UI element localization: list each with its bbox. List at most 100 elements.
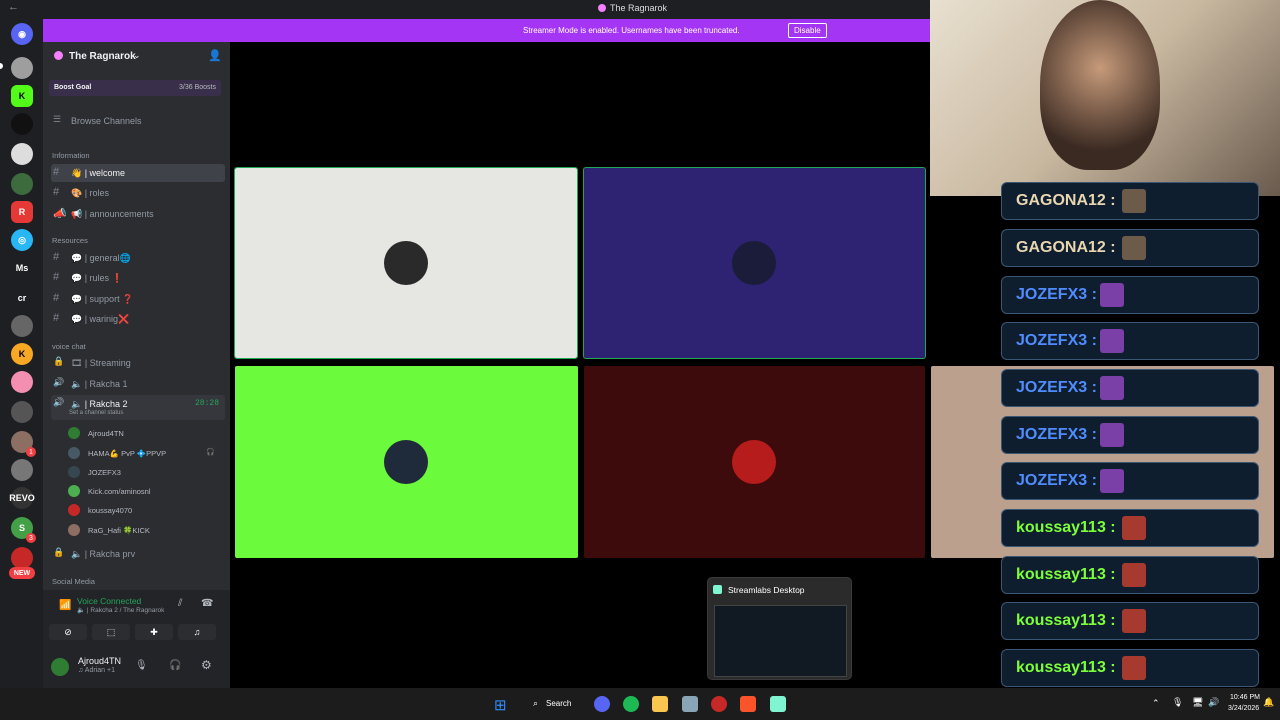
server-icon[interactable] [11, 173, 33, 195]
channel-warinig[interactable]: # 💬 | warinig❌ [51, 310, 225, 328]
headset-icon: 🎧 [206, 449, 215, 456]
chat-message: GAGONA12 : [1001, 229, 1259, 267]
server-icon[interactable] [11, 315, 33, 337]
chat-message: JOZEFX3 : [1001, 322, 1259, 360]
channel-roles[interactable]: # 🎨 | roles [51, 184, 225, 202]
category-voice-chat[interactable]: voice chat [52, 342, 86, 351]
video-tile[interactable] [234, 167, 578, 359]
camera-icon[interactable]: ⊘ [49, 624, 87, 640]
server-icon[interactable] [11, 371, 33, 393]
image-app-icon[interactable] [682, 696, 698, 712]
participant-avatar [384, 241, 428, 285]
emote-icon [1100, 329, 1124, 353]
participant-avatar [732, 241, 776, 285]
video-tile[interactable] [235, 366, 578, 558]
disconnect-icon[interactable]: ☎ [201, 598, 213, 609]
headphones-icon[interactable]: 🎧 [169, 660, 181, 671]
hash-icon: # [53, 186, 60, 198]
server-icon[interactable] [11, 459, 33, 481]
chat-message: koussay113 : [1001, 602, 1259, 640]
voice-member[interactable]: JOZEFX3 [68, 464, 218, 480]
voice-member[interactable]: RaG_Hafi 🍀KICK [68, 522, 218, 538]
channel-rakcha-2[interactable]: 🔊 🔈 | Rakcha 2 Set a channel status 28:2… [51, 395, 225, 420]
channel-streaming[interactable]: 🔒 🎞 | Streaming [51, 354, 225, 372]
soundboard-icon[interactable]: ♫ [178, 624, 216, 640]
back-arrow-icon[interactable]: ← [8, 1, 19, 13]
clock-time[interactable]: 10:46 PM [1230, 694, 1260, 701]
server-icon[interactable] [11, 57, 33, 79]
server-icon[interactable] [11, 401, 33, 423]
notification-badge: 1 [26, 447, 36, 457]
file-explorer-icon[interactable] [652, 696, 668, 712]
channel-status[interactable]: Set a channel status [69, 410, 123, 416]
add-member-icon[interactable]: 👤 [208, 49, 222, 62]
streamlabs-taskbar-icon[interactable] [770, 696, 786, 712]
chevron-down-icon[interactable]: ⌄ [133, 50, 141, 61]
hash-icon: # [53, 166, 60, 178]
emote-icon [1100, 469, 1124, 493]
voice-member[interactable]: HAMA💪 PvP 💠PPVP 🎧 [68, 445, 218, 461]
volume-icon[interactable]: 🔊 [1208, 697, 1219, 708]
user-activity: ♫ Adrian +1 [78, 667, 115, 674]
username[interactable]: Ajroud4TN [78, 656, 121, 666]
channel-general[interactable]: # 💬 | general🌐 [51, 249, 225, 267]
screen-share-icon[interactable]: ⬚ [92, 624, 130, 640]
boost-goal-bar[interactable]: Boost Goal 3/36 Boosts [49, 80, 221, 96]
microphone-icon[interactable]: 🎙 [135, 660, 148, 671]
taskbar-search[interactable]: Search [546, 699, 571, 708]
category-resources[interactable]: Resources [52, 236, 88, 245]
disable-button[interactable]: Disable [788, 23, 827, 38]
server-icon[interactable]: R [11, 201, 33, 223]
user-avatar[interactable] [51, 658, 69, 676]
spotify-icon[interactable] [623, 696, 639, 712]
voice-member[interactable]: koussay4070 [68, 502, 218, 518]
window-thumbnail[interactable] [714, 605, 847, 677]
announcement-icon: 📣 [53, 208, 67, 220]
server-icon[interactable] [11, 113, 33, 135]
category-social-media[interactable]: Social Media [52, 577, 95, 586]
voice-member[interactable]: Kick.com/aminosnl [68, 483, 218, 499]
microphone-tray-icon[interactable]: 🎙 [1172, 697, 1183, 708]
server-icon[interactable] [11, 143, 33, 165]
chat-message: JOZEFX3 : [1001, 462, 1259, 500]
server-icon[interactable] [11, 547, 33, 569]
search-icon[interactable]: ⌕ [533, 698, 538, 709]
discord-taskbar-icon[interactable] [594, 696, 610, 712]
settings-gear-icon[interactable]: ⚙ [201, 658, 212, 672]
notification-bell-icon[interactable]: 🔔 [1263, 697, 1274, 708]
network-icon[interactable]: 🖥 [1192, 697, 1203, 708]
channel-rakcha-prv[interactable]: 🔒 🔈 | Rakcha prv [51, 545, 225, 563]
server-icon[interactable]: cr [11, 287, 33, 309]
emote-icon [1100, 376, 1124, 400]
noise-suppression-icon[interactable]: ⫽ [178, 598, 182, 609]
avatar [68, 447, 80, 459]
voice-location[interactable]: 🔈 | Rakcha 2 / The Ragnarok [77, 606, 164, 614]
voice-status[interactable]: Voice Connected [77, 596, 141, 606]
server-icon[interactable]: ◎ [11, 229, 33, 251]
taskbar-preview-popup[interactable]: Streamlabs Desktop [707, 577, 852, 680]
activities-icon[interactable]: ✚ [135, 624, 173, 640]
channel-welcome[interactable]: # 👋 | welcome [51, 164, 225, 182]
channel-rakcha-1[interactable]: 🔊 🔈 | Rakcha 1 [51, 375, 225, 393]
server-rail: ◉ K R ◎ Ms cr K 1 REVO S 3 NEW [0, 19, 43, 688]
server-icon[interactable]: Ms [11, 257, 33, 279]
browse-channels[interactable]: ☰ Browse Channels [51, 112, 225, 130]
voice-member[interactable]: Ajroud4TN [68, 425, 218, 441]
channel-announcements[interactable]: 📣 📢 | announcements [51, 205, 225, 223]
brave-icon[interactable] [740, 696, 756, 712]
emote-icon [1122, 563, 1146, 587]
discord-home-icon[interactable]: ◉ [11, 23, 33, 45]
category-information[interactable]: Information [52, 151, 90, 160]
chevron-up-icon[interactable]: ⌃ [1152, 698, 1160, 709]
windows-start-icon[interactable]: ⊞ [494, 696, 507, 714]
server-icon[interactable]: REVO [9, 487, 35, 509]
clock-date[interactable]: 3/24/2026 [1228, 705, 1259, 712]
server-name[interactable]: The Ragnarok [69, 51, 136, 62]
channel-rules[interactable]: # 💬 | rules ❗ [51, 269, 225, 287]
app-icon[interactable] [711, 696, 727, 712]
server-icon[interactable]: K [11, 343, 33, 365]
channel-support[interactable]: # 💬 | support ❓ [51, 290, 225, 308]
video-tile[interactable] [584, 366, 925, 558]
kick-server-icon[interactable]: K [11, 85, 33, 107]
video-tile[interactable] [583, 167, 926, 359]
